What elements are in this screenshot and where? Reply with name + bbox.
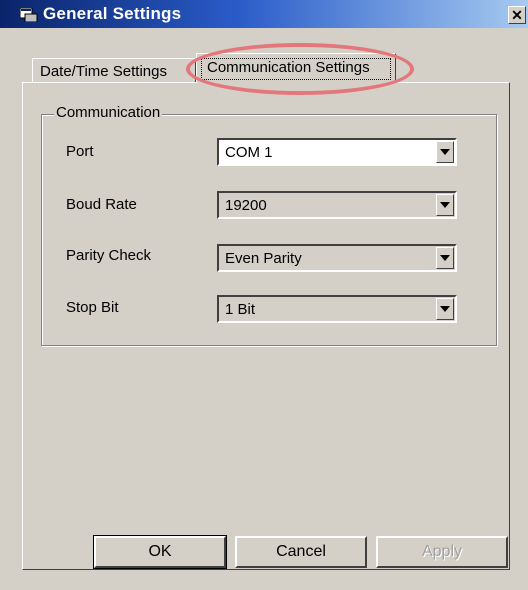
stop-bit-value: 1 Bit [225,301,256,318]
baud-rate-label: Boud Rate [66,196,137,213]
settings-window-icon [20,8,38,22]
port-dropdown-button[interactable] [436,141,454,163]
port-label: Port [66,143,94,160]
baud-rate-value: 19200 [225,197,267,214]
ok-button[interactable]: OK [93,535,227,569]
general-settings-dialog: General Settings ✕ Date/Time Settings Co… [0,0,528,590]
parity-check-label: Parity Check [66,247,152,264]
chevron-down-icon [440,306,450,312]
window-title: General Settings [43,4,182,23]
port-select[interactable]: COM 1 [217,138,457,166]
cancel-button[interactable]: Cancel [235,536,367,568]
tab-communication-settings[interactable]: Communication Settings [196,53,396,83]
parity-check-value: Even Parity [225,250,302,267]
parity-check-select[interactable]: Even Parity [217,244,457,272]
parity-check-dropdown-button[interactable] [436,247,454,269]
baud-rate-select[interactable]: 19200 [217,191,457,219]
chevron-down-icon [440,255,450,261]
stop-bit-select[interactable]: 1 Bit [217,295,457,323]
stop-bit-label: Stop Bit [66,299,119,316]
stop-bit-dropdown-button[interactable] [436,298,454,320]
tab-label: Date/Time Settings [40,63,167,80]
chevron-down-icon [440,202,450,208]
tab-label: Communication Settings [207,59,370,76]
chevron-down-icon [440,149,450,155]
close-button[interactable]: ✕ [508,6,526,24]
port-value: COM 1 [225,144,273,161]
title-bar[interactable]: General Settings ✕ [0,0,528,28]
baud-rate-dropdown-button[interactable] [436,194,454,216]
tab-date-time-settings[interactable]: Date/Time Settings [32,58,196,82]
apply-button[interactable]: Apply [376,536,508,568]
close-icon: ✕ [511,7,523,23]
group-title: Communication [54,104,163,121]
